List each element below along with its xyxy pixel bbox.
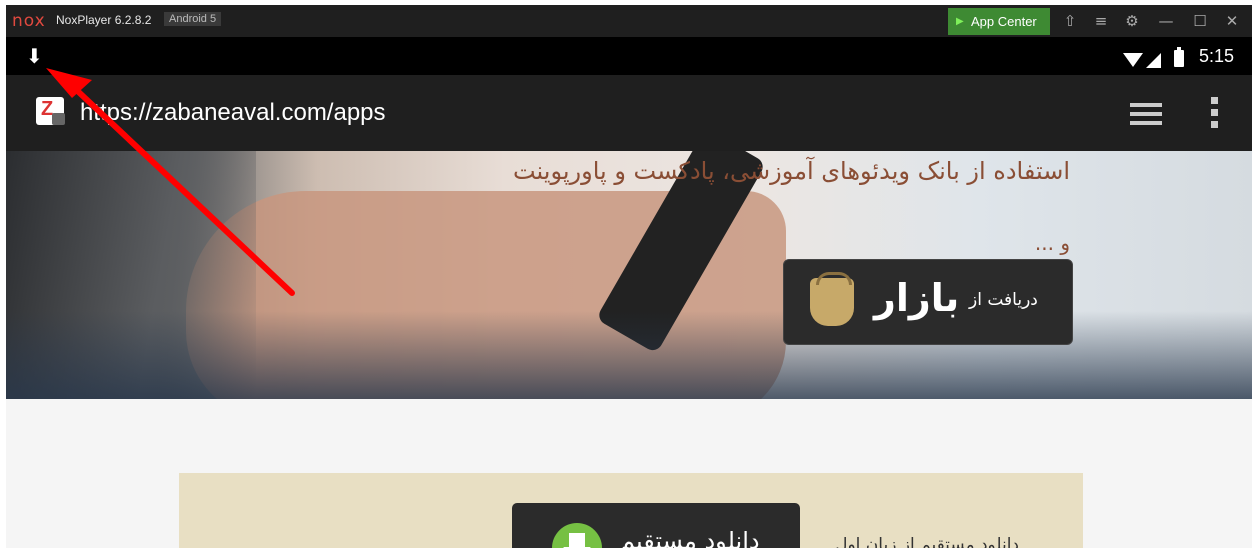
app-center-label: App Center (971, 14, 1037, 29)
banner-text: دانلود مستقیم از زبان اول (835, 535, 1019, 548)
hero-headline-continued: و ... (1034, 231, 1070, 255)
android-version-badge: Android 5 (164, 12, 222, 26)
status-time: 5:15 (1199, 46, 1235, 66)
direct-download-button[interactable]: دانلود مستقیم (512, 503, 800, 548)
basket-icon (810, 272, 854, 326)
menu-lines-icon[interactable]: ≡ (1091, 11, 1111, 31)
nox-player-window: nox NoxPlayer 6.2.8.2 Android 5 ▶ App Ce… (6, 5, 1252, 548)
download-icon[interactable]: ⬇ (26, 44, 43, 68)
bazaar-get-label: دریافت از (969, 290, 1038, 310)
download-arrow-icon (552, 523, 602, 548)
hero-banner: استفاده از بانک ویدئوهای آموزشی، پادکست … (6, 151, 1252, 399)
bazaar-logo: بازار (874, 276, 960, 320)
android-status-bar: ⬇ 5:15 (6, 37, 1252, 75)
battery-icon (1174, 47, 1184, 67)
direct-download-label: دانلود مستقیم (620, 527, 760, 548)
maximize-icon[interactable]: ☐ (1190, 11, 1210, 31)
browser-toolbar: Z https://zabaneaval.com/apps (6, 75, 1252, 151)
download-banner: دانلود مستقیم از زبان اول دانلود مستقیم (179, 473, 1083, 548)
close-icon[interactable]: ✕ (1222, 11, 1242, 31)
signal-icon (1146, 53, 1161, 68)
keyboard-icon[interactable]: ⇧ (1060, 11, 1080, 31)
site-favicon-icon: Z (36, 97, 65, 125)
tabs-icon[interactable] (1130, 103, 1162, 125)
url-field[interactable]: https://zabaneaval.com/apps (80, 99, 386, 127)
app-center-button[interactable]: ▶ App Center (948, 8, 1050, 35)
app-title: NoxPlayer 6.2.8.2 (56, 13, 152, 27)
nox-logo: nox (12, 11, 46, 31)
play-icon: ▶ (956, 16, 964, 27)
wifi-icon (1123, 53, 1143, 67)
overflow-menu-icon[interactable] (1211, 97, 1218, 129)
hero-headline: استفاده از بانک ویدئوهای آموزشی، پادکست … (512, 157, 1070, 185)
minimize-icon[interactable]: — (1156, 11, 1176, 31)
gear-icon[interactable]: ⚙ (1122, 11, 1142, 31)
emulator-title-bar: nox NoxPlayer 6.2.8.2 Android 5 ▶ App Ce… (6, 5, 1252, 37)
bazaar-download-button[interactable]: دریافت از بازار (783, 259, 1073, 345)
lock-icon (52, 113, 65, 125)
